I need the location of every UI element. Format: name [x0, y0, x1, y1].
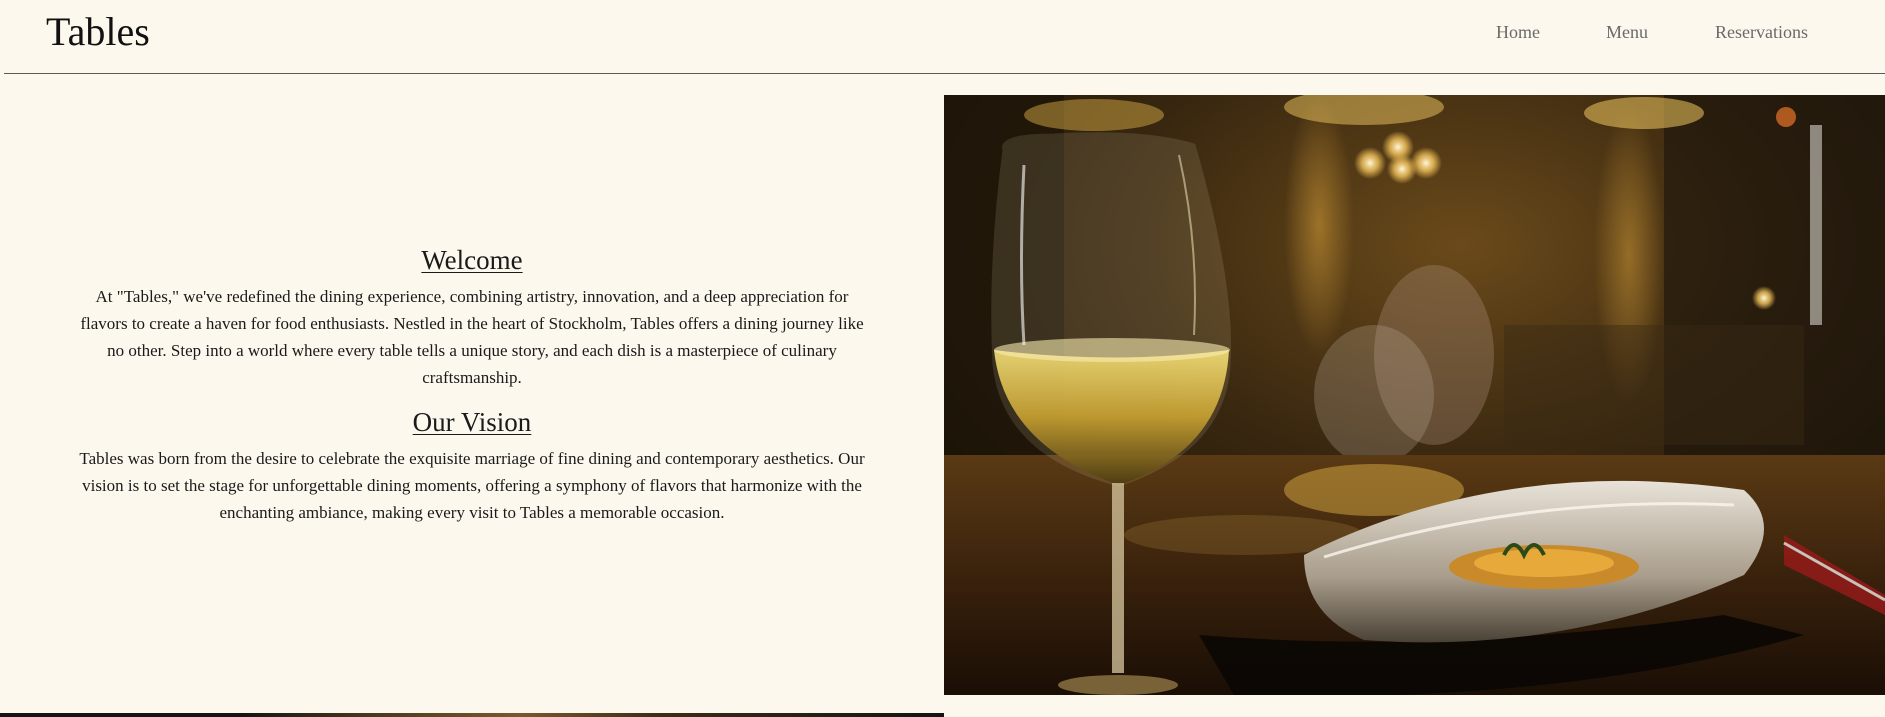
welcome-paragraph: At "Tables," we've redefined the dining …	[80, 287, 864, 387]
intro-text-block: Welcome At "Tables," we've redefined the…	[72, 243, 872, 540]
vision-heading: Our Vision	[412, 407, 532, 437]
intro-section: Welcome At "Tables," we've redefined the…	[0, 95, 944, 695]
page: Tables Home Menu Reservations Welcome At…	[0, 0, 1885, 717]
site-logo[interactable]: Tables	[46, 8, 150, 56]
next-section-preview	[0, 713, 944, 717]
site-header: Tables Home Menu Reservations	[0, 0, 1885, 74]
header-divider	[4, 73, 1885, 74]
hero-image	[944, 95, 1885, 695]
nav-link-home[interactable]: Home	[1496, 19, 1540, 45]
vision-paragraph: Tables was born from the desire to celeb…	[79, 449, 865, 522]
nav-link-reservations[interactable]: Reservations	[1715, 19, 1808, 45]
nav-link-menu[interactable]: Menu	[1606, 19, 1648, 45]
wine-glass-restaurant-photo	[944, 95, 1885, 695]
welcome-heading: Welcome	[421, 245, 523, 275]
